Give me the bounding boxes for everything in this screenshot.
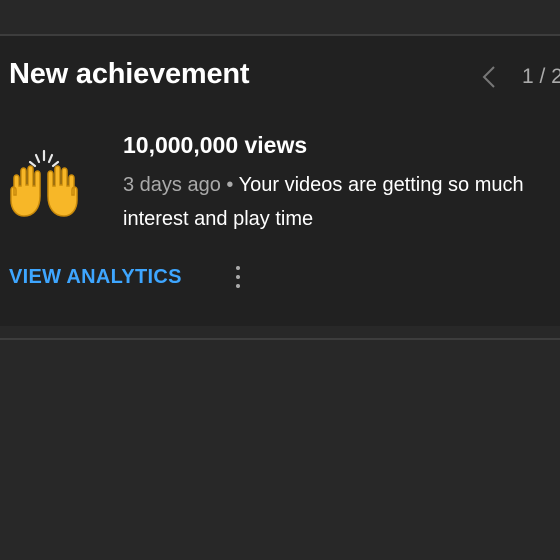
divider <box>0 338 560 340</box>
more-options-icon[interactable] <box>232 260 244 294</box>
achievement-card: New achievement 1 / 2 10,000,000 views 3… <box>0 34 560 326</box>
achievement-time: 3 days ago <box>123 174 221 196</box>
previous-button[interactable] <box>478 64 500 90</box>
card-title: New achievement <box>9 58 250 90</box>
achievement-content: 10,000,000 views 3 days ago • Your video… <box>123 130 560 236</box>
dashboard-page: New achievement 1 / 2 10,000,000 views 3… <box>0 0 560 560</box>
raising-hands-icon <box>6 148 82 222</box>
top-strip <box>0 0 560 34</box>
card-pager: 1 / 2 <box>478 64 560 90</box>
achievement-headline: 10,000,000 views <box>123 132 308 158</box>
meta-separator: • <box>226 174 234 196</box>
card-actions: VIEW ANALYTICS <box>9 260 244 294</box>
view-analytics-button[interactable]: VIEW ANALYTICS <box>9 266 182 289</box>
pager-count: 1 / 2 <box>522 65 560 88</box>
chevron-left-icon <box>482 66 495 88</box>
achievement-meta: 3 days ago • Your videos are getting so … <box>123 168 560 236</box>
